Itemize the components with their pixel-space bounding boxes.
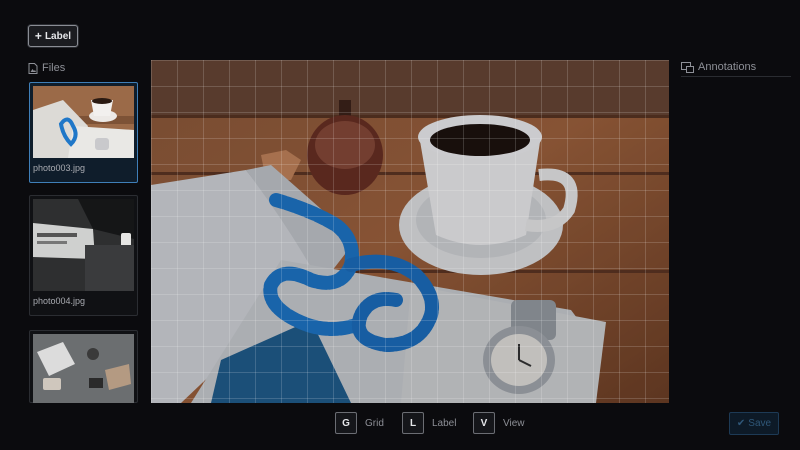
shortcut-label[interactable]: L Label — [402, 412, 456, 434]
file-card[interactable] — [29, 330, 138, 403]
key-g[interactable]: G — [335, 412, 357, 434]
file-card[interactable]: photo004.jpg — [29, 195, 138, 316]
shortcut-grid-label: Grid — [365, 417, 384, 429]
file-image-icon — [28, 62, 38, 74]
annotations-icon — [681, 61, 694, 73]
file-name: photo003.jpg — [33, 163, 86, 173]
annotations-header: Annotations — [681, 59, 791, 77]
file-thumbnail — [33, 334, 134, 403]
add-label-button-text: Label — [44, 30, 72, 42]
key-l[interactable]: L — [402, 412, 424, 434]
annotations-header-label: Annotations — [698, 61, 757, 73]
grid-overlay — [151, 60, 669, 403]
files-header: Files — [28, 61, 65, 75]
file-thumbnail — [33, 86, 134, 158]
key-v[interactable]: V — [473, 412, 495, 434]
check-icon: ✔ — [736, 418, 746, 429]
shortcut-label-label: Label — [432, 417, 457, 429]
file-name: photo004.jpg — [33, 296, 86, 306]
shortcut-view[interactable]: V View — [473, 412, 525, 434]
plus-icon: + — [34, 29, 42, 43]
save-button[interactable]: ✔ Save — [729, 412, 779, 435]
shortcut-grid[interactable]: G Grid — [335, 412, 384, 434]
image-canvas[interactable] — [151, 60, 669, 403]
file-card[interactable]: photo003.jpg — [29, 82, 138, 183]
save-button-label: Save — [748, 418, 772, 429]
file-thumbnail — [33, 199, 134, 291]
shortcut-view-label: View — [503, 417, 525, 429]
add-label-button[interactable]: + Label — [28, 25, 78, 47]
files-header-label: Files — [42, 62, 66, 74]
